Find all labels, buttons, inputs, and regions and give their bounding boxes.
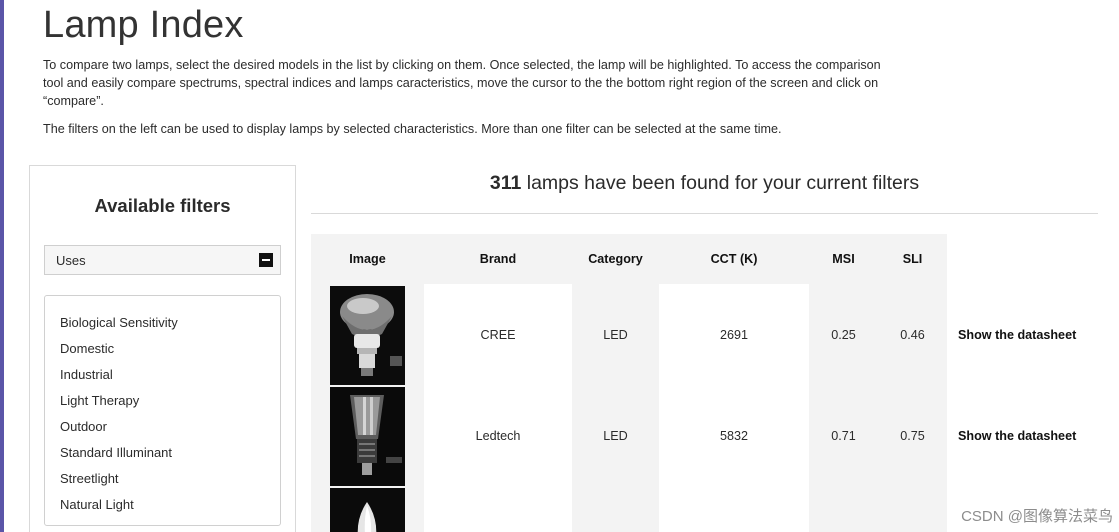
- show-datasheet-link[interactable]: Show the datasheet: [958, 429, 1076, 443]
- cell-category: LED: [603, 328, 628, 342]
- intro-paragraph: To compare two lamps, select the desired…: [43, 58, 881, 108]
- filters-help-paragraph: The filters on the left can be used to d…: [43, 122, 782, 136]
- filter-option-light-therapy[interactable]: Light Therapy: [60, 388, 178, 414]
- left-accent-bar: [0, 0, 4, 532]
- cell-brand: Ledtech: [475, 429, 521, 443]
- header-brand[interactable]: Brand: [424, 252, 572, 266]
- cell-sli: 0.46: [900, 328, 925, 342]
- divider: [311, 213, 1098, 214]
- collapse-minus-icon[interactable]: [259, 253, 273, 267]
- column-sli: [878, 234, 947, 532]
- cell-sli: 0.75: [900, 429, 925, 443]
- uses-filter-toggle[interactable]: Uses: [44, 245, 281, 275]
- column-category: [572, 234, 659, 532]
- filter-option-biological-sensitivity[interactable]: Biological Sensitivity: [60, 310, 178, 336]
- uses-filter-label: Uses: [56, 253, 86, 268]
- cell-msi: 0.25: [831, 328, 856, 342]
- cell-cct: 5832: [719, 429, 749, 443]
- results-count-suffix: lamps have been found for your current f…: [521, 172, 920, 194]
- uses-options-list: Biological Sensitivity Domestic Industri…: [44, 295, 281, 526]
- cell-brand: CREE: [480, 328, 516, 342]
- filter-option-domestic[interactable]: Domestic: [60, 336, 178, 362]
- results-count-heading: 311 lamps have been found for your curre…: [311, 172, 1098, 195]
- lamp-thumbnail-spot[interactable]: [330, 387, 405, 486]
- show-datasheet-link[interactable]: Show the datasheet: [958, 328, 1076, 342]
- cell-category: LED: [603, 429, 628, 443]
- watermark: CSDN @图像算法菜鸟: [961, 508, 1113, 525]
- header-category[interactable]: Category: [572, 252, 659, 266]
- header-msi[interactable]: MSI: [809, 252, 878, 266]
- filter-option-streetlight[interactable]: Streetlight: [60, 466, 178, 492]
- header-image[interactable]: Image: [311, 252, 424, 266]
- header-sli[interactable]: SLI: [878, 252, 947, 266]
- filter-option-standard-illuminant[interactable]: Standard Illuminant: [60, 440, 178, 466]
- column-msi: [809, 234, 878, 532]
- filters-panel: Available filters Uses Biological Sensit…: [29, 165, 296, 532]
- lamp-thumbnail-candle[interactable]: [330, 488, 405, 532]
- page-title: Lamp Index: [43, 4, 244, 46]
- filter-option-outdoor[interactable]: Outdoor: [60, 414, 178, 440]
- cell-cct: 2691: [719, 328, 749, 342]
- filter-option-industrial[interactable]: Industrial: [60, 362, 178, 388]
- header-cct[interactable]: CCT (K): [659, 252, 809, 266]
- filters-title: Available filters: [94, 195, 231, 216]
- results-count: 311: [489, 172, 522, 194]
- cell-msi: 0.71: [831, 429, 856, 443]
- filter-option-natural-light[interactable]: Natural Light: [60, 492, 178, 518]
- lamp-thumbnail-reflector[interactable]: [330, 286, 405, 385]
